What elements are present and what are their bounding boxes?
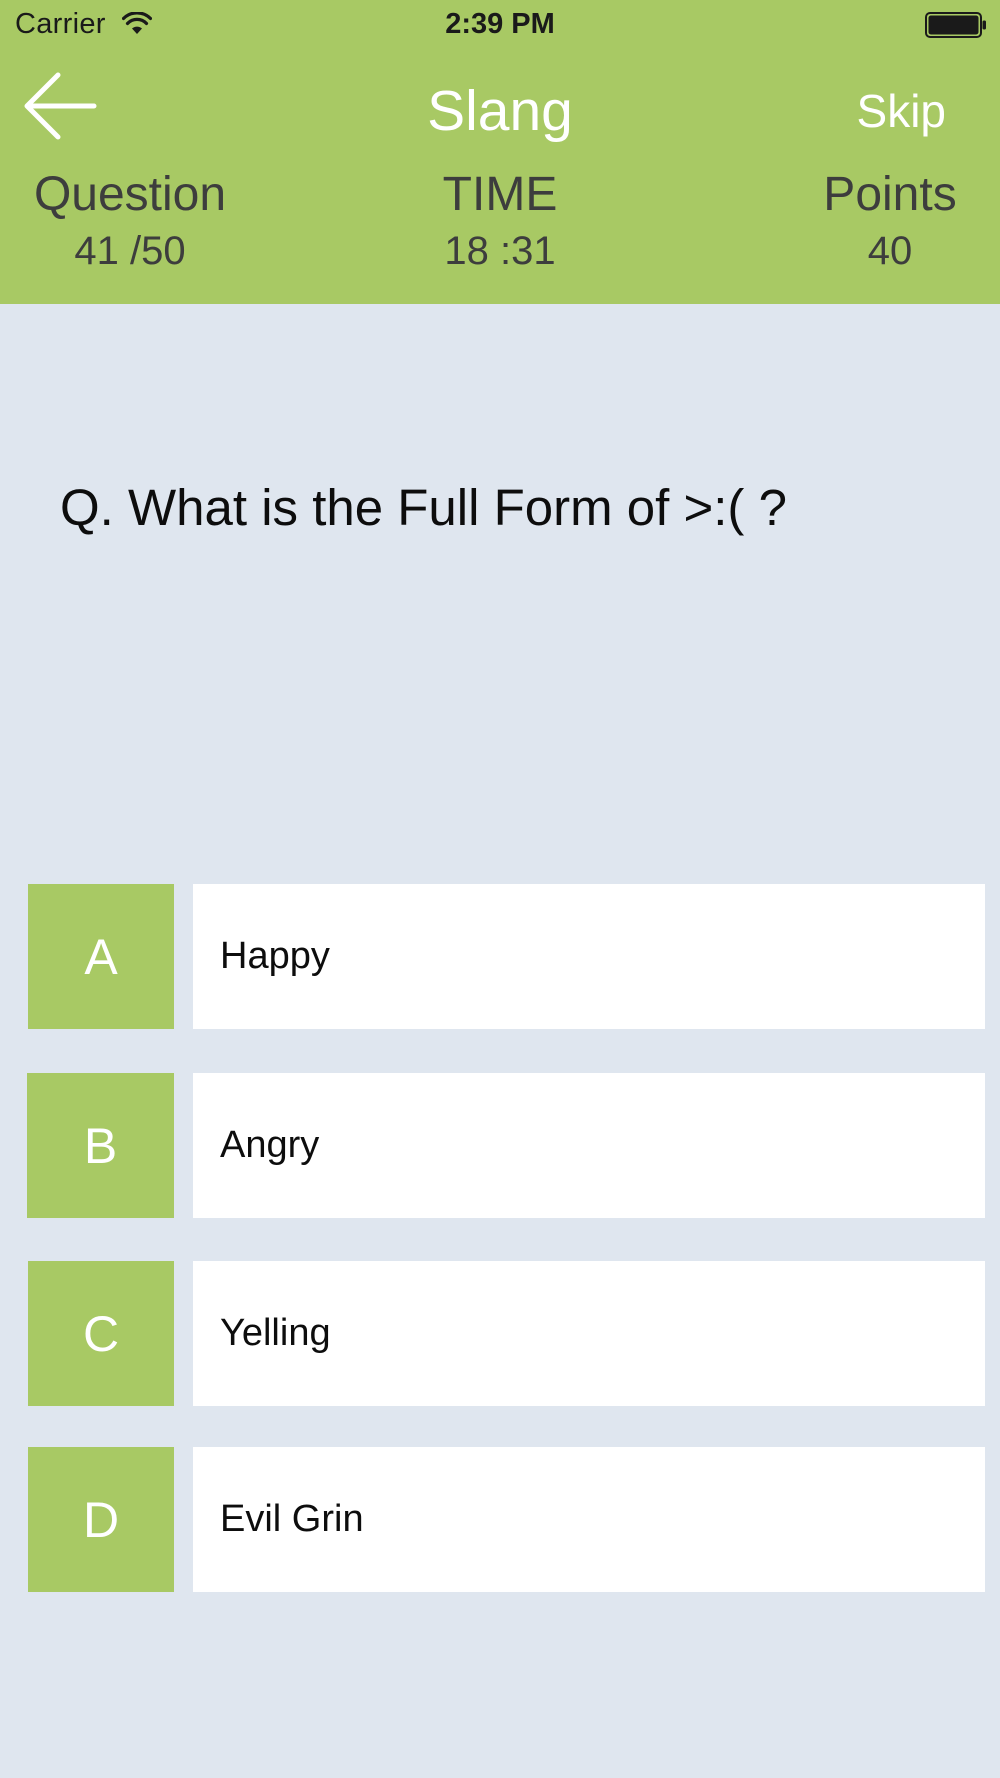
question-value: 41 /50 xyxy=(74,229,186,273)
points-value: 40 xyxy=(867,229,913,273)
question-text: Q. What is the Full Form of >:( ? xyxy=(60,479,787,536)
option-d[interactable]: D Evil Grin xyxy=(28,1447,985,1592)
option-letter: B xyxy=(27,1073,174,1218)
option-text: Evil Grin xyxy=(193,1447,985,1592)
option-a[interactable]: A Happy xyxy=(28,884,985,1029)
points-label: Points xyxy=(823,168,957,221)
status-bar: Carrier 2:39 PM xyxy=(0,0,1000,50)
option-text: Yelling xyxy=(193,1261,985,1406)
option-b[interactable]: B Angry xyxy=(27,1073,985,1218)
question-counter: Question 41 /50 xyxy=(20,168,240,274)
option-letter: D xyxy=(28,1447,174,1592)
option-c[interactable]: C Yelling xyxy=(28,1261,985,1406)
timer: TIME 18 :31 xyxy=(400,168,600,274)
battery-icon xyxy=(925,12,986,38)
status-time: 2:39 PM xyxy=(445,8,555,40)
question-label: Question xyxy=(33,168,227,221)
option-letter: C xyxy=(28,1261,174,1406)
option-text: Happy xyxy=(193,884,985,1029)
page-title: Slang xyxy=(427,79,573,143)
points-counter: Points 40 xyxy=(800,168,980,274)
option-letter: A xyxy=(28,884,174,1029)
time-value: 18 :31 xyxy=(444,229,556,273)
option-text: Angry xyxy=(193,1073,985,1218)
time-label: TIME xyxy=(442,168,558,221)
header: Carrier 2:39 PM Slang Skip Question 41 /… xyxy=(0,0,1000,304)
skip-button[interactable]: Skip xyxy=(857,84,946,138)
